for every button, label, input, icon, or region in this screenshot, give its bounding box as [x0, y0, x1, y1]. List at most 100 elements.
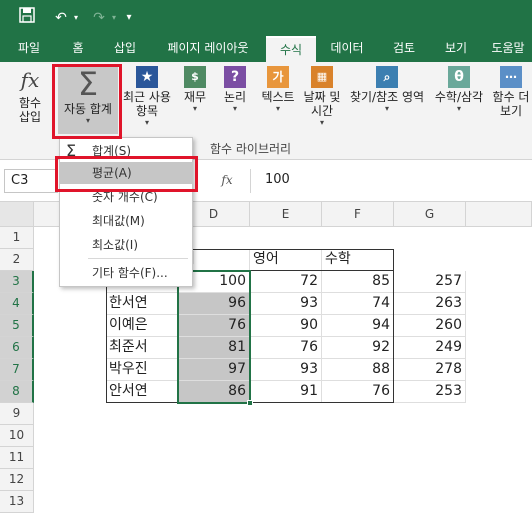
cell-d6[interactable]: 76 [250, 337, 322, 359]
cell-c5[interactable]: 76 [178, 315, 250, 337]
fx-icon[interactable]: fx [212, 169, 242, 193]
column-header-g[interactable]: G [394, 202, 466, 227]
row-header-7[interactable]: 7 [0, 359, 34, 381]
text-button[interactable]: 가 텍스트 ▾ [256, 66, 300, 113]
cell-b6[interactable]: 최준서 [106, 337, 178, 359]
tab-page-layout[interactable]: 페이지 레이아웃 [156, 36, 260, 62]
menu-item-min[interactable]: 최소값(I) [60, 234, 192, 256]
save-icon[interactable] [16, 7, 38, 29]
undo-dropdown-icon[interactable]: ▾ [70, 7, 82, 29]
row-header-1[interactable]: 1 [0, 227, 34, 249]
tab-help[interactable]: 도움말 [484, 36, 532, 62]
more-functions-button[interactable]: ⋯ 함수 더 보기 [490, 66, 532, 118]
autosum-dropdown-menu: Σ 합계(S) 평균(A) 숫자 개수(C) 최대값(M) 최소값(I) 기타 … [59, 137, 193, 287]
row-header-10[interactable]: 10 [0, 425, 34, 447]
cell-c7[interactable]: 97 [178, 359, 250, 381]
row-header-3[interactable]: 3 [0, 271, 34, 293]
recently-used-button[interactable]: ★ 최근 사용 항목 ▾ [120, 66, 174, 127]
cell-f4[interactable]: 263 [394, 293, 466, 315]
cell-d8[interactable]: 91 [250, 381, 322, 403]
tab-insert[interactable]: 삽입 [104, 36, 146, 62]
redo-icon[interactable]: ↷ [88, 7, 110, 29]
financial-button[interactable]: $ 재무 ▾ [178, 66, 212, 113]
fill-handle[interactable] [247, 400, 253, 406]
cell-e8[interactable]: 76 [322, 381, 394, 403]
cell-b5[interactable]: 이예은 [106, 315, 178, 337]
calendar-icon: ▦ [311, 66, 333, 88]
chevron-down-icon: ▾ [232, 104, 237, 113]
redo-dropdown-icon[interactable]: ▾ [108, 7, 120, 29]
select-all-corner[interactable] [0, 202, 34, 227]
chevron-down-icon: ▾ [275, 104, 280, 113]
cell-d5[interactable]: 90 [250, 315, 322, 337]
undo-icon[interactable]: ↶ [50, 7, 72, 29]
cell-d4[interactable]: 93 [250, 293, 322, 315]
cell-e7[interactable]: 88 [322, 359, 394, 381]
cell-e6[interactable]: 92 [322, 337, 394, 359]
cell-d7[interactable]: 93 [250, 359, 322, 381]
tab-formulas[interactable]: 수식 [266, 36, 316, 62]
row-header-8[interactable]: 8 [0, 381, 34, 403]
tab-review[interactable]: 검토 [382, 36, 426, 62]
cell-e3[interactable]: 85 [322, 271, 394, 293]
cell-b7[interactable]: 박우진 [106, 359, 178, 381]
cell-e2[interactable]: 수학 [322, 249, 394, 271]
row-header-6[interactable]: 6 [0, 337, 34, 359]
column-header-h[interactable] [466, 202, 532, 227]
cell-f6[interactable]: 249 [394, 337, 466, 359]
row-header-11[interactable]: 11 [0, 447, 34, 469]
tab-file[interactable]: 파일 [6, 36, 52, 62]
chevron-down-icon: ▾ [319, 118, 324, 127]
group-label-function-library: 함수 라이브러리 [210, 142, 292, 156]
cell-f3[interactable]: 257 [394, 271, 466, 293]
cell-f5[interactable]: 260 [394, 315, 466, 337]
menu-item-sum[interactable]: Σ 합계(S) [60, 140, 192, 162]
tab-data[interactable]: 데이터 [322, 36, 372, 62]
menu-item-average[interactable]: 평균(A) [60, 162, 192, 184]
cell-b4[interactable]: 한서연 [106, 293, 178, 315]
sigma-icon: Σ [66, 141, 77, 160]
cell-f8[interactable]: 253 [394, 381, 466, 403]
menu-item-more-functions[interactable]: 기타 함수(F)... [60, 262, 192, 284]
ribbon-tabs: 파일 홈 삽입 페이지 레이아웃 수식 데이터 검토 보기 도움말 [0, 36, 532, 62]
column-header-e[interactable]: E [250, 202, 322, 227]
tab-home[interactable]: 홈 [60, 36, 96, 62]
cell-c6[interactable]: 81 [178, 337, 250, 359]
cell-c8[interactable]: 86 [178, 381, 250, 403]
chevron-down-icon: ▾ [384, 104, 389, 113]
row-header-13[interactable]: 13 [0, 491, 34, 513]
cell-c4[interactable]: 96 [178, 293, 250, 315]
name-box[interactable]: C3 [4, 169, 58, 193]
row-header-12[interactable]: 12 [0, 469, 34, 491]
question-icon: ? [224, 66, 246, 88]
math-trig-button[interactable]: θ 수학/삼각 ▾ [430, 66, 488, 113]
row-header-4[interactable]: 4 [0, 293, 34, 315]
star-icon: ★ [136, 66, 158, 88]
date-time-button[interactable]: ▦ 날짜 및 시간 ▾ [300, 66, 344, 127]
menu-item-max[interactable]: 최대값(M) [60, 210, 192, 232]
cell-f7[interactable]: 278 [394, 359, 466, 381]
chevron-down-icon: ▾ [192, 104, 197, 113]
coins-icon: $ [184, 66, 206, 88]
menu-item-count[interactable]: 숫자 개수(C) [60, 186, 192, 208]
formula-input[interactable]: 100 [250, 169, 532, 193]
cell-e5[interactable]: 94 [322, 315, 394, 337]
chevron-down-icon: ▾ [85, 116, 90, 125]
cell-e4[interactable]: 74 [322, 293, 394, 315]
insert-function-button[interactable]: fx 함수 삽입 [8, 66, 52, 124]
cell-d3[interactable]: 72 [250, 271, 322, 293]
tab-view[interactable]: 보기 [434, 36, 478, 62]
column-header-f[interactable]: F [322, 202, 394, 227]
title-bar: ↶ ▾ ↷ ▾ ▾ [0, 0, 532, 36]
row-header-9[interactable]: 9 [0, 403, 34, 425]
lookup-reference-button[interactable]: ⌕ 찾기/참조 영역 ▾ [346, 66, 428, 113]
logical-button[interactable]: ? 논리 ▾ [218, 66, 252, 113]
chevron-down-icon: ▾ [456, 104, 461, 113]
cell-b8[interactable]: 안서연 [106, 381, 178, 403]
text-ga-icon: 가 [267, 66, 289, 88]
cell-d2[interactable]: 영어 [250, 249, 322, 271]
row-header-5[interactable]: 5 [0, 315, 34, 337]
row-header-2[interactable]: 2 [0, 249, 34, 271]
autosum-button[interactable]: Σ 자동 합계 ▾ [58, 66, 118, 134]
customize-qat-icon[interactable]: ▾ [122, 7, 136, 29]
